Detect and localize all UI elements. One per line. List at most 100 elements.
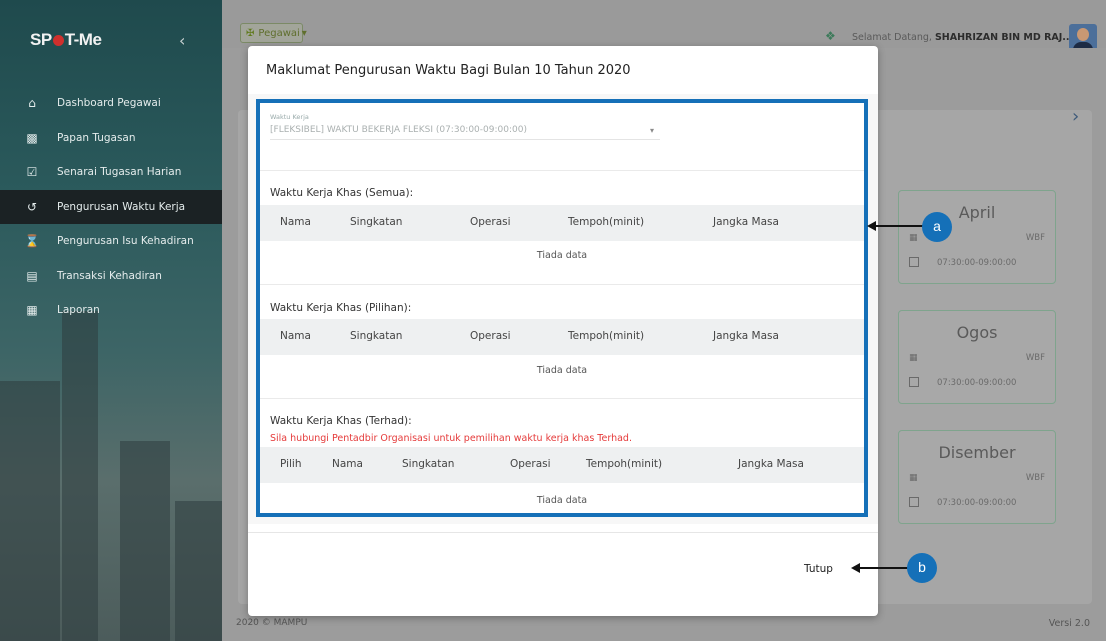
month-name: Ogos bbox=[956, 323, 998, 342]
close-button[interactable]: Tutup bbox=[804, 563, 833, 575]
fullscreen-icon[interactable]: ❖ bbox=[825, 29, 836, 43]
month-time: 07:30:00-09:00:00 bbox=[937, 498, 1017, 508]
month-card-ogos[interactable]: Ogos ▦ WBF 07:30:00-09:00:00 bbox=[898, 310, 1056, 404]
section-title-semua: Waktu Kerja Khas (Semua): bbox=[270, 187, 414, 199]
column-header[interactable]: Tempoh(minit) bbox=[586, 458, 662, 470]
report-icon: ▦ bbox=[26, 303, 38, 318]
annotation-badge-a: a bbox=[922, 212, 952, 242]
user-role-icon: ✠ bbox=[246, 27, 255, 39]
top-bar: ✠ Pegawai ▾ ❖ Selamat Datang, SHAHRIZAN … bbox=[222, 0, 1106, 54]
divider bbox=[260, 398, 864, 399]
month-card-disember[interactable]: Disember ▦ WBF 07:30:00-09:00:00 bbox=[898, 430, 1056, 524]
annotation-arrow-b-line bbox=[858, 567, 910, 569]
column-header[interactable]: Singkatan bbox=[402, 458, 454, 470]
chevron-down-icon[interactable]: ▾ bbox=[650, 126, 654, 135]
column-header[interactable]: Operasi bbox=[470, 330, 511, 342]
annotation-arrow-a-line bbox=[874, 225, 924, 227]
home-icon: ⌂ bbox=[28, 96, 36, 111]
logo-pin-icon bbox=[52, 35, 64, 46]
column-header[interactable]: Jangka Masa bbox=[713, 330, 779, 342]
table-header-semua: Nama Singkatan Operasi Tempoh(minit) Jan… bbox=[260, 205, 864, 241]
background-building bbox=[0, 381, 60, 641]
table-header-terhad: Pilih Nama Singkatan Operasi Tempoh(mini… bbox=[260, 447, 864, 483]
sidebar-item-label: Dashboard Pegawai bbox=[57, 97, 161, 110]
user-name: SHAHRIZAN BIN MD RAJ... bbox=[934, 32, 1074, 43]
sidebar-item-label: Pengurusan Isu Kehadiran bbox=[57, 235, 194, 248]
modal-dialog: Maklumat Pengurusan Waktu Bagi Bulan 10 … bbox=[248, 46, 878, 616]
column-header[interactable]: Pilih bbox=[280, 458, 302, 470]
sidebar-item-label: Pengurusan Waktu Kerja bbox=[57, 200, 186, 213]
sidebar-collapse-icon[interactable]: ‹ bbox=[179, 31, 185, 50]
hourglass-icon: ⌛ bbox=[24, 234, 40, 249]
column-header[interactable]: Jangka Masa bbox=[738, 458, 804, 470]
column-header[interactable]: Jangka Masa bbox=[713, 216, 779, 228]
waktu-kerja-label: Waktu Kerja bbox=[270, 113, 309, 121]
sidebar-item-label: Laporan bbox=[57, 304, 100, 317]
month-time: 07:30:00-09:00:00 bbox=[937, 378, 1017, 388]
month-code: WBF bbox=[1025, 233, 1045, 243]
waktu-kerja-select[interactable]: [FLEKSIBEL] WAKTU BEKERJA FLEKSI (07:30:… bbox=[270, 125, 527, 135]
month-code: WBF bbox=[1025, 353, 1045, 363]
column-header[interactable]: Singkatan bbox=[350, 330, 402, 342]
sidebar-item-pengurusan-waktu[interactable]: ↺ Pengurusan Waktu Kerja bbox=[0, 189, 222, 224]
month-name: April bbox=[958, 203, 996, 222]
empty-table-message: Tiada data bbox=[536, 250, 588, 261]
clock-icon bbox=[909, 257, 919, 267]
sidebar-item-papan-tugasan[interactable]: ▩ Papan Tugasan bbox=[0, 121, 222, 156]
calendar-icon: ▦ bbox=[909, 233, 918, 243]
column-header[interactable]: Operasi bbox=[510, 458, 551, 470]
sidebar-item-label: Transaksi Kehadiran bbox=[57, 269, 162, 282]
app-logo[interactable]: SP T-Me bbox=[30, 30, 102, 50]
annotation-badge-b: b bbox=[907, 553, 937, 583]
sidebar-item-label: Papan Tugasan bbox=[57, 131, 136, 144]
empty-table-message: Tiada data bbox=[536, 365, 588, 376]
column-header[interactable]: Nama bbox=[280, 216, 311, 228]
column-header[interactable]: Tempoh(minit) bbox=[568, 330, 644, 342]
clock-icon: ↺ bbox=[26, 199, 38, 214]
calendar-icon: ▦ bbox=[909, 353, 918, 363]
background-building bbox=[175, 501, 222, 641]
select-underline bbox=[270, 139, 660, 140]
sidebar-item-laporan[interactable]: ▦ Laporan bbox=[0, 293, 222, 328]
highlight-box: Waktu Kerja [FLEKSIBEL] WAKTU BEKERJA FL… bbox=[256, 99, 868, 517]
column-header[interactable]: Nama bbox=[280, 330, 311, 342]
divider bbox=[260, 170, 864, 171]
table-header-pilihan: Nama Singkatan Operasi Tempoh(minit) Jan… bbox=[260, 319, 864, 355]
modal-title: Maklumat Pengurusan Waktu Bagi Bulan 10 … bbox=[266, 63, 631, 78]
month-code: WBF bbox=[1025, 473, 1045, 483]
column-header[interactable]: Tempoh(minit) bbox=[568, 216, 644, 228]
divider bbox=[248, 532, 878, 533]
sidebar-item-senarai-tugasan[interactable]: ☑ Senarai Tugasan Harian bbox=[0, 155, 222, 190]
calendar-icon: ▦ bbox=[909, 473, 918, 483]
sidebar-nav: ⌂ Dashboard Pegawai ▩ Papan Tugasan ☑ Se… bbox=[0, 86, 222, 328]
clock-icon bbox=[909, 377, 919, 387]
sidebar-item-label: Senarai Tugasan Harian bbox=[57, 166, 182, 179]
sidebar-item-transaksi[interactable]: ▤ Transaksi Kehadiran bbox=[0, 259, 222, 294]
month-name: Disember bbox=[938, 443, 1016, 462]
list-icon: ▤ bbox=[26, 268, 38, 283]
footer-copyright: 2020 © MAMPU bbox=[236, 618, 308, 628]
next-year-chevron-icon[interactable]: › bbox=[1072, 106, 1079, 127]
column-header[interactable]: Operasi bbox=[470, 216, 511, 228]
column-header[interactable]: Singkatan bbox=[350, 216, 402, 228]
clock-icon bbox=[909, 497, 919, 507]
role-dropdown[interactable]: ✠ Pegawai ▾ bbox=[240, 23, 307, 43]
puzzle-icon: ▩ bbox=[26, 130, 38, 145]
sidebar-item-isu-kehadiran[interactable]: ⌛ Pengurusan Isu Kehadiran bbox=[0, 224, 222, 259]
empty-table-message: Tiada data bbox=[536, 495, 588, 506]
section-title-terhad: Waktu Kerja Khas (Terhad): bbox=[270, 415, 412, 427]
terhad-warning-text: Sila hubungi Pentadbir Organisasi untuk … bbox=[270, 433, 632, 444]
divider bbox=[260, 284, 864, 285]
welcome-text: Selamat Datang, SHAHRIZAN BIN MD RAJ... bbox=[852, 32, 1074, 43]
month-time: 07:30:00-09:00:00 bbox=[937, 258, 1017, 268]
background-building bbox=[62, 311, 98, 641]
month-card-april[interactable]: April ▦ WBF 07:30:00-09:00:00 bbox=[898, 190, 1056, 284]
background-building bbox=[120, 441, 170, 641]
chevron-down-icon: ▾ bbox=[301, 27, 307, 39]
role-dropdown-label: Pegawai bbox=[258, 27, 300, 39]
sidebar-item-dashboard[interactable]: ⌂ Dashboard Pegawai bbox=[0, 86, 222, 121]
section-title-pilihan: Waktu Kerja Khas (Pilihan): bbox=[270, 302, 412, 314]
column-header[interactable]: Nama bbox=[332, 458, 363, 470]
footer-version: Versi 2.0 bbox=[1048, 618, 1090, 629]
sidebar: SP T-Me ‹ ⌂ Dashboard Pegawai ▩ Papan Tug… bbox=[0, 0, 222, 641]
